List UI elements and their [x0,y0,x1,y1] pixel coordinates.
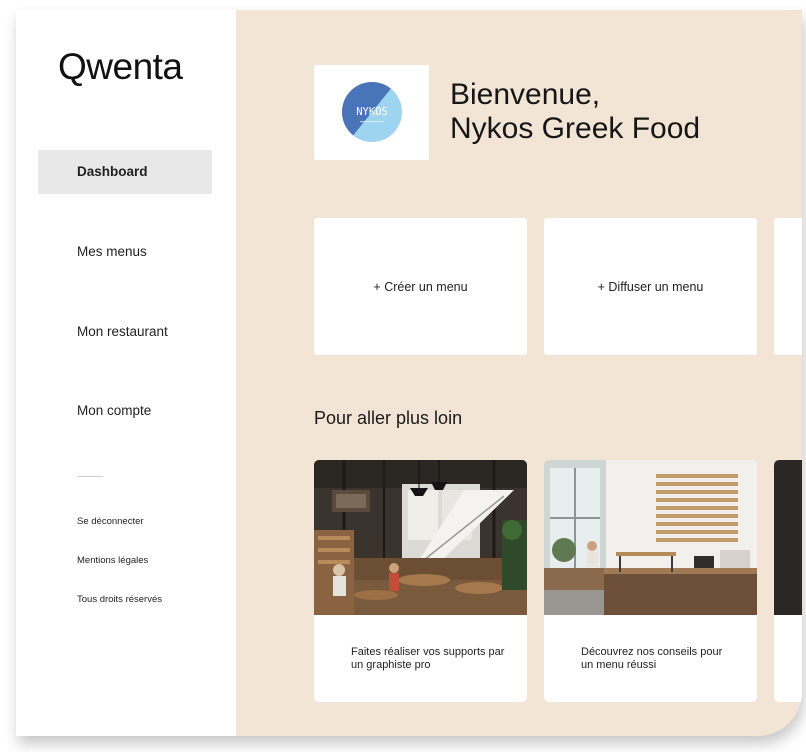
restaurant-interior-photo [314,460,527,615]
nykos-logo-icon: NYKOS [342,82,402,142]
sidebar-divider [77,476,103,477]
create-menu-button[interactable]: + Créer un menu [314,218,527,355]
restaurant-name: Nykos Greek Food [450,112,701,145]
main-content: NYKOS Bienvenue, Nykos Greek Food + Crée… [236,10,802,736]
action-card-partial[interactable] [774,218,802,355]
app-logo[interactable]: Qwenta [58,46,183,88]
sidebar-item-mes-menus[interactable]: Mes menus [38,230,212,274]
sidebar: Qwenta Dashboard Mes menus Mon restauran… [16,10,236,736]
info-card-graphic-designer[interactable]: Faites réaliser vos supports par un grap… [314,460,527,702]
sidebar-item-mon-restaurant[interactable]: Mon restaurant [38,310,212,354]
card-caption: Découvrez nos conseils pour un menu réus… [581,645,723,671]
info-card-partial[interactable] [774,460,802,702]
restaurant-logo-box: NYKOS [314,65,429,160]
card-caption: Faites réaliser vos supports par un grap… [351,645,505,671]
cafe-counter-photo [544,460,757,615]
app-window: Qwenta Dashboard Mes menus Mon restauran… [16,10,802,736]
logout-link[interactable]: Se déconnecter [77,516,144,527]
sidebar-item-mon-compte[interactable]: Mon compte [38,389,212,433]
welcome-heading: Bienvenue, Nykos Greek Food [450,78,700,146]
welcome-line-1: Bienvenue, [450,78,601,111]
rights-reserved-link[interactable]: Tous droits réservés [77,594,162,605]
brand-logo-text: NYKOS [356,106,388,118]
info-card-menu-tips[interactable]: Découvrez nos conseils pour un menu réus… [544,460,757,702]
legal-notice-link[interactable]: Mentions légales [77,555,148,566]
partial-card-photo [774,460,802,615]
section-title: Pour aller plus loin [314,408,463,428]
publish-menu-button[interactable]: + Diffuser un menu [544,218,757,355]
sidebar-item-dashboard[interactable]: Dashboard [38,150,212,194]
